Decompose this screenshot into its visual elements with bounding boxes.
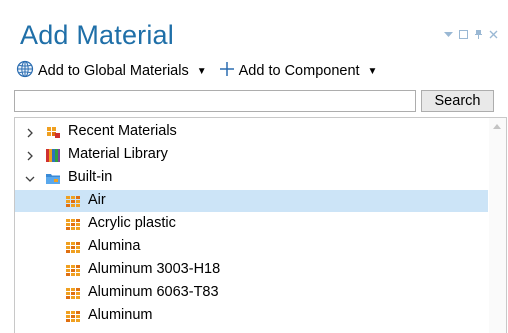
vertical-scrollbar[interactable] — [489, 118, 506, 333]
chevron-down-icon: ▼ — [367, 65, 378, 77]
close-icon[interactable] — [489, 26, 498, 39]
search-input[interactable] — [14, 90, 416, 112]
add-to-global-materials-label: Add to Global Materials — [38, 63, 189, 79]
tree-item-acrylic-plastic[interactable]: Acrylic plastic — [15, 213, 488, 235]
add-material-panel: Add Material Add to Global Materials ▼ A… — [0, 0, 508, 333]
material-icon — [65, 262, 81, 278]
panel-title: Add Material — [20, 20, 174, 50]
add-to-global-materials-button[interactable]: Add to Global Materials ▼ — [16, 60, 207, 82]
tree-item-label: Alumina — [88, 238, 141, 254]
tree-item-label: Acrylic plastic — [88, 215, 176, 231]
chevron-down-icon: ▼ — [196, 65, 207, 77]
search-row: Search — [14, 90, 494, 112]
tree-item-label: Aluminum 6063-T83 — [88, 284, 219, 300]
pin-icon[interactable] — [474, 26, 483, 39]
chevron-right-icon[interactable] — [25, 149, 35, 161]
tree-item-air[interactable]: Air — [15, 190, 488, 212]
chevron-right-icon[interactable] — [25, 126, 35, 138]
material-tree: Recent Materials Material Library Built-… — [14, 117, 507, 333]
add-to-component-label: Add to Component — [238, 63, 360, 79]
tree-item-built-in[interactable]: Built-in — [15, 167, 488, 189]
scroll-up-icon[interactable] — [493, 124, 501, 129]
material-library-icon — [45, 147, 61, 163]
tree-item-label: Aluminum 3003-H18 — [88, 261, 221, 277]
dropdown-arrow-icon[interactable] — [444, 26, 453, 37]
tree-item-label: Built-in — [68, 169, 113, 185]
search-button[interactable]: Search — [421, 90, 494, 112]
tree-item-aluminum[interactable]: Aluminum — [15, 305, 488, 327]
globe-icon — [16, 60, 34, 82]
tree-item-label: Air — [88, 192, 106, 208]
tree-item-label: Recent Materials — [68, 123, 177, 139]
material-icon — [65, 239, 81, 255]
add-to-component-button[interactable]: Add to Component ▼ — [219, 61, 378, 81]
plus-icon — [219, 61, 235, 81]
maximize-icon[interactable] — [459, 26, 468, 39]
material-icon — [65, 285, 81, 301]
tree-item-label: Aluminum — [88, 307, 153, 323]
material-icon — [65, 193, 81, 209]
toolbar: Add to Global Materials ▼ Add to Compone… — [16, 60, 389, 82]
material-icon — [65, 216, 81, 232]
material-icon — [65, 308, 81, 324]
tree-item-material-library[interactable]: Material Library — [15, 144, 488, 166]
recent-materials-icon — [45, 124, 61, 140]
tree-item-aluminum-6063-t83[interactable]: Aluminum 6063-T83 — [15, 282, 488, 304]
folder-icon — [45, 170, 61, 186]
tree-item-aluminum-3003-h18[interactable]: Aluminum 3003-H18 — [15, 259, 488, 281]
chevron-down-icon[interactable] — [25, 172, 35, 182]
tree-item-recent-materials[interactable]: Recent Materials — [15, 121, 488, 143]
tree-item-alumina[interactable]: Alumina — [15, 236, 488, 258]
window-controls — [444, 26, 498, 39]
tree-item-label: Material Library — [68, 146, 168, 162]
